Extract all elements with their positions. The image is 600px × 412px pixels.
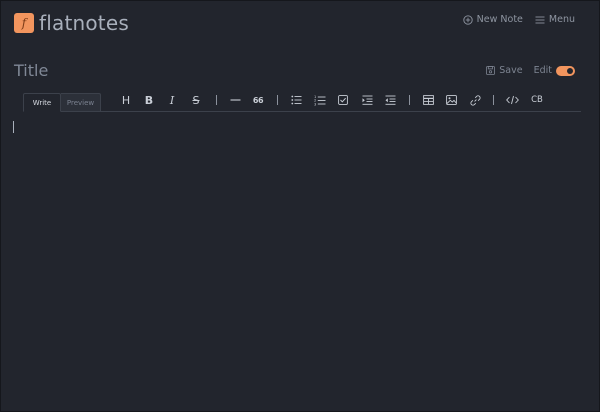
save-icon bbox=[486, 66, 496, 75]
outdent-button[interactable] bbox=[382, 91, 398, 109]
table-icon bbox=[422, 95, 434, 105]
menu-label: Menu bbox=[548, 14, 575, 25]
link-icon bbox=[470, 94, 480, 106]
codeblock-button[interactable]: CB bbox=[528, 91, 546, 109]
new-note-label: New Note bbox=[476, 14, 523, 25]
codeblock-icon: CB bbox=[531, 95, 543, 105]
menu-button[interactable]: Menu bbox=[535, 14, 575, 25]
edit-label: Edit bbox=[533, 65, 552, 76]
toggle-knob bbox=[567, 67, 573, 74]
strikethrough-button[interactable]: S bbox=[188, 91, 204, 109]
strikethrough-icon: S bbox=[192, 93, 200, 107]
task-list-button[interactable] bbox=[335, 91, 351, 109]
bold-icon: B bbox=[144, 93, 154, 107]
italic-icon: I bbox=[169, 93, 175, 107]
italic-button[interactable]: I bbox=[164, 91, 180, 109]
numbered-list-icon: 1 2 3 bbox=[314, 95, 326, 106]
toolbar-separator bbox=[216, 95, 217, 105]
quote-icon: 66 bbox=[252, 95, 264, 105]
svg-text:3: 3 bbox=[314, 102, 316, 106]
toolbar-separator bbox=[277, 95, 278, 105]
checkbox-icon bbox=[338, 95, 348, 105]
hamburger-menu-icon bbox=[535, 16, 545, 23]
header-actions: New Note Menu bbox=[463, 14, 575, 25]
note-title[interactable]: Title bbox=[14, 61, 48, 80]
flatnotes-logo-icon: f bbox=[14, 13, 34, 33]
edit-toggle-wrap: Edit bbox=[534, 65, 575, 76]
horizontal-rule-icon bbox=[230, 99, 240, 101]
editor-textarea[interactable] bbox=[13, 119, 579, 399]
indent-icon bbox=[362, 95, 372, 105]
image-button[interactable] bbox=[443, 91, 459, 109]
bullet-list-button[interactable] bbox=[288, 91, 304, 109]
tab-preview[interactable]: Preview bbox=[61, 93, 101, 111]
bold-button[interactable]: B bbox=[141, 91, 157, 109]
save-label: Save bbox=[499, 65, 523, 76]
app-logo[interactable]: f flatnotes bbox=[14, 11, 129, 35]
heading-icon: H bbox=[121, 93, 131, 107]
quote-button[interactable]: 66 bbox=[250, 91, 266, 109]
bullet-list-icon bbox=[290, 95, 301, 105]
tab-write[interactable]: Write bbox=[23, 93, 61, 112]
toolbar-separator bbox=[409, 95, 410, 105]
save-button[interactable]: Save bbox=[486, 65, 523, 76]
app-window: f flatnotes New Note Menu Title Save Edi… bbox=[0, 0, 600, 412]
new-note-button[interactable]: New Note bbox=[463, 14, 523, 25]
plus-circle-icon bbox=[463, 14, 473, 25]
horizontal-rule-button[interactable] bbox=[227, 91, 243, 109]
edit-toggle[interactable] bbox=[556, 65, 575, 76]
link-button[interactable] bbox=[467, 91, 483, 109]
title-actions: Save Edit bbox=[486, 65, 575, 76]
heading-button[interactable]: H bbox=[118, 91, 134, 109]
code-button[interactable] bbox=[504, 91, 520, 109]
indent-button[interactable] bbox=[359, 91, 375, 109]
table-button[interactable] bbox=[420, 91, 436, 109]
image-icon bbox=[445, 95, 457, 105]
toolbar-separator bbox=[493, 95, 494, 105]
text-cursor bbox=[13, 121, 14, 133]
editor-toolbar: Write Preview H B I S 66 1 2 3 CB bbox=[23, 91, 581, 112]
outdent-icon bbox=[385, 95, 395, 105]
app-name: flatnotes bbox=[39, 11, 129, 35]
code-icon bbox=[505, 95, 519, 105]
numbered-list-button[interactable]: 1 2 3 bbox=[312, 91, 328, 109]
